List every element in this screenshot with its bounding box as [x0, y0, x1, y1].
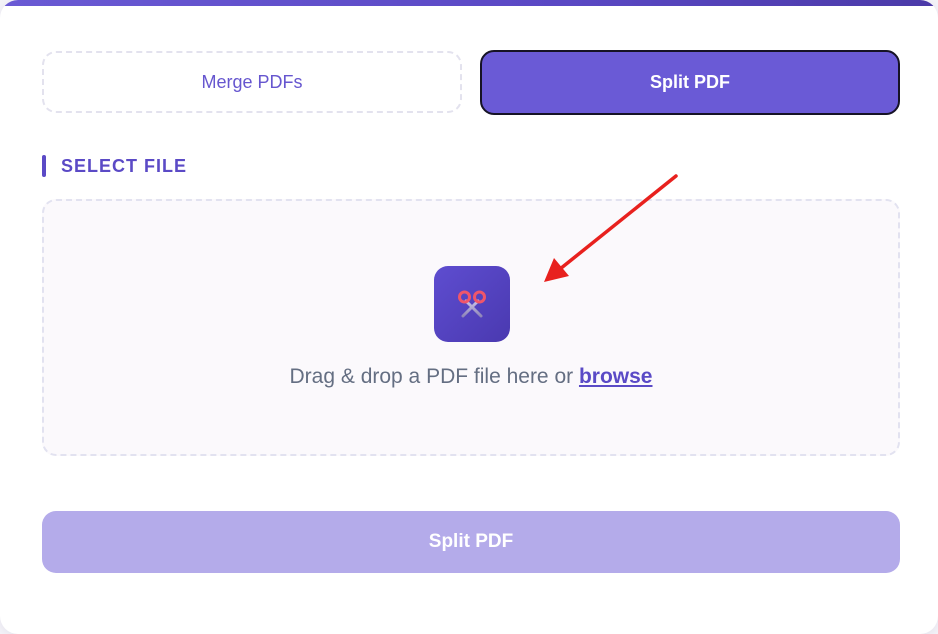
- tab-split-pdf[interactable]: Split PDF: [480, 50, 900, 115]
- scissors-icon: [434, 266, 510, 342]
- tab-split-label: Split PDF: [650, 72, 730, 92]
- browse-link[interactable]: browse: [579, 365, 653, 388]
- submit-label: Split PDF: [428, 531, 514, 552]
- section-title: SELECT FILE: [61, 155, 188, 176]
- section-heading: SELECT FILE: [42, 155, 187, 177]
- section-accent-bar: [42, 155, 46, 177]
- dropzone-instructions: Drag & drop a PDF file here or browse: [44, 365, 898, 389]
- file-dropzone[interactable]: Drag & drop a PDF file here or browse: [42, 199, 900, 456]
- pdf-tool-card: Merge PDFs Split PDF SELECT FILE Drag & …: [0, 0, 938, 634]
- split-pdf-submit-button[interactable]: Split PDF: [42, 511, 900, 573]
- dropzone-text: Drag & drop a PDF file here or: [289, 365, 579, 388]
- scissors-glyph: [458, 290, 486, 318]
- tab-merge-pdfs[interactable]: Merge PDFs: [42, 51, 462, 113]
- tab-merge-label: Merge PDFs: [201, 71, 303, 92]
- top-accent-bar: [0, 0, 938, 6]
